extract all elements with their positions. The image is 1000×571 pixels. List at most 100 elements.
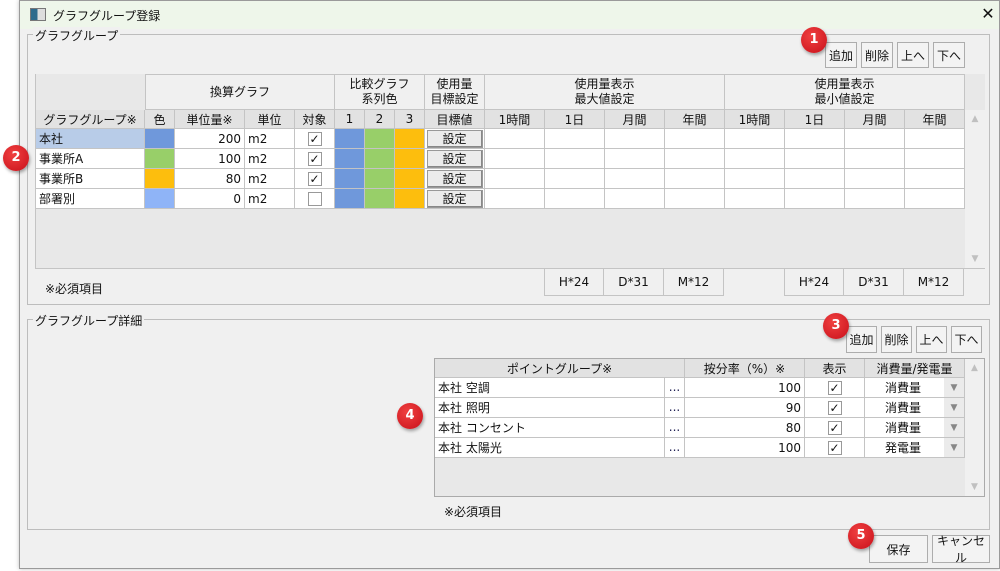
column-header[interactable]: 色 <box>145 110 175 129</box>
target-checkbox[interactable]: ✓ <box>307 171 322 186</box>
column-header[interactable]: 単位量※ <box>175 110 245 129</box>
unit-cell[interactable]: m2 <box>245 169 295 189</box>
column-header[interactable]: 1 <box>335 110 365 129</box>
limit-value-cell[interactable] <box>605 149 665 169</box>
series-color-3[interactable] <box>395 149 425 169</box>
save-button[interactable]: 保存 <box>869 535 928 563</box>
ellipsis-button[interactable]: ... <box>665 418 685 438</box>
scroll-up-icon[interactable]: ▲ <box>965 114 985 124</box>
series-color-3[interactable] <box>395 169 425 189</box>
limit-value-cell[interactable] <box>545 149 605 169</box>
color-swatch[interactable] <box>145 129 175 149</box>
unit-amount-cell[interactable]: 200 <box>175 129 245 149</box>
limit-value-cell[interactable] <box>605 189 665 209</box>
group-delete-button[interactable]: 削除 <box>861 42 893 68</box>
ratio-cell[interactable]: 100 <box>685 438 805 458</box>
limit-value-cell[interactable] <box>545 169 605 189</box>
column-header[interactable]: 1日 <box>785 110 845 129</box>
limit-value-cell[interactable] <box>725 189 785 209</box>
limit-value-cell[interactable] <box>485 169 545 189</box>
column-header[interactable]: ポイントグループ※ <box>435 359 685 378</box>
type-dropdown[interactable]: 発電量 ▼ <box>865 438 965 458</box>
series-color-1[interactable] <box>335 129 365 149</box>
limit-value-cell[interactable] <box>725 129 785 149</box>
point-group-cell[interactable]: 本社 照明 <box>435 398 665 418</box>
limit-value-cell[interactable] <box>905 149 965 169</box>
unit-cell[interactable]: m2 <box>245 149 295 169</box>
unit-amount-cell[interactable]: 100 <box>175 149 245 169</box>
target-setting-button[interactable]: 設定 <box>426 169 483 188</box>
detail-delete-button[interactable]: 削除 <box>881 326 912 353</box>
scroll-down-icon[interactable]: ▼ <box>965 254 985 264</box>
column-header[interactable]: 月間 <box>605 110 665 129</box>
column-header[interactable]: 按分率（%）※ <box>685 359 805 378</box>
point-group-cell[interactable]: 本社 空調 <box>435 378 665 398</box>
limit-value-cell[interactable] <box>725 169 785 189</box>
limit-value-cell[interactable] <box>665 149 725 169</box>
ratio-cell[interactable]: 90 <box>685 398 805 418</box>
group-name-cell[interactable]: 事業所A <box>36 149 145 169</box>
show-checkbox[interactable]: ✓ <box>827 420 842 435</box>
column-header[interactable]: 年間 <box>905 110 965 129</box>
limit-value-cell[interactable] <box>485 149 545 169</box>
dropdown-arrow-icon[interactable]: ▼ <box>944 418 964 437</box>
dropdown-arrow-icon[interactable]: ▼ <box>944 438 964 457</box>
group-up-button[interactable]: 上へ <box>897 42 929 68</box>
target-setting-button[interactable]: 設定 <box>426 189 483 208</box>
limit-value-cell[interactable] <box>785 189 845 209</box>
limit-value-cell[interactable] <box>845 169 905 189</box>
ellipsis-button[interactable]: ... <box>665 378 685 398</box>
ellipsis-button[interactable]: ... <box>665 398 685 418</box>
series-color-2[interactable] <box>365 129 395 149</box>
group-name-cell[interactable]: 部署別 <box>36 189 145 209</box>
target-checkbox[interactable]: ✓ <box>307 131 322 146</box>
unit-cell[interactable]: m2 <box>245 129 295 149</box>
detail-up-button[interactable]: 上へ <box>916 326 947 353</box>
type-dropdown[interactable]: 消費量 ▼ <box>865 378 965 398</box>
limit-value-cell[interactable] <box>605 169 665 189</box>
limit-value-cell[interactable] <box>905 169 965 189</box>
target-checkbox[interactable]: ✓ <box>307 151 322 166</box>
group-name-cell[interactable]: 事業所B <box>36 169 145 189</box>
target-setting-button[interactable]: 設定 <box>426 129 483 148</box>
column-header[interactable]: 対象 <box>295 110 335 129</box>
target-setting-button[interactable]: 設定 <box>426 149 483 168</box>
unit-amount-cell[interactable]: 80 <box>175 169 245 189</box>
series-color-3[interactable] <box>395 189 425 209</box>
column-header[interactable]: 表示 <box>805 359 865 378</box>
column-header[interactable]: 1時間 <box>485 110 545 129</box>
column-header[interactable]: グラフグループ※ <box>36 110 145 129</box>
unit-amount-cell[interactable]: 0 <box>175 189 245 209</box>
limit-value-cell[interactable] <box>485 189 545 209</box>
dropdown-arrow-icon[interactable]: ▼ <box>944 398 964 417</box>
unit-cell[interactable]: m2 <box>245 189 295 209</box>
group-down-button[interactable]: 下へ <box>933 42 965 68</box>
limit-value-cell[interactable] <box>905 189 965 209</box>
column-header[interactable]: 消費量/発電量 <box>865 359 965 378</box>
group-add-button[interactable]: 追加 <box>825 42 857 68</box>
column-header[interactable]: 年間 <box>665 110 725 129</box>
dropdown-arrow-icon[interactable]: ▼ <box>944 378 964 397</box>
series-color-2[interactable] <box>365 189 395 209</box>
show-checkbox[interactable]: ✓ <box>827 440 842 455</box>
column-header[interactable]: 1時間 <box>725 110 785 129</box>
limit-value-cell[interactable] <box>665 169 725 189</box>
series-color-2[interactable] <box>365 149 395 169</box>
cancel-button[interactable]: キャンセル <box>932 534 990 565</box>
detail-down-button[interactable]: 下へ <box>951 326 982 353</box>
column-header[interactable]: 1日 <box>545 110 605 129</box>
ratio-cell[interactable]: 80 <box>685 418 805 438</box>
target-checkbox[interactable] <box>307 191 322 206</box>
point-group-cell[interactable]: 本社 太陽光 <box>435 438 665 458</box>
series-color-1[interactable] <box>335 169 365 189</box>
color-swatch[interactable] <box>145 169 175 189</box>
color-swatch[interactable] <box>145 149 175 169</box>
limit-value-cell[interactable] <box>545 129 605 149</box>
point-group-cell[interactable]: 本社 コンセント <box>435 418 665 438</box>
limit-value-cell[interactable] <box>665 129 725 149</box>
close-button[interactable]: ✕ <box>978 3 998 25</box>
limit-value-cell[interactable] <box>725 149 785 169</box>
series-color-1[interactable] <box>335 189 365 209</box>
column-header[interactable]: 月間 <box>845 110 905 129</box>
type-dropdown[interactable]: 消費量 ▼ <box>865 418 965 438</box>
